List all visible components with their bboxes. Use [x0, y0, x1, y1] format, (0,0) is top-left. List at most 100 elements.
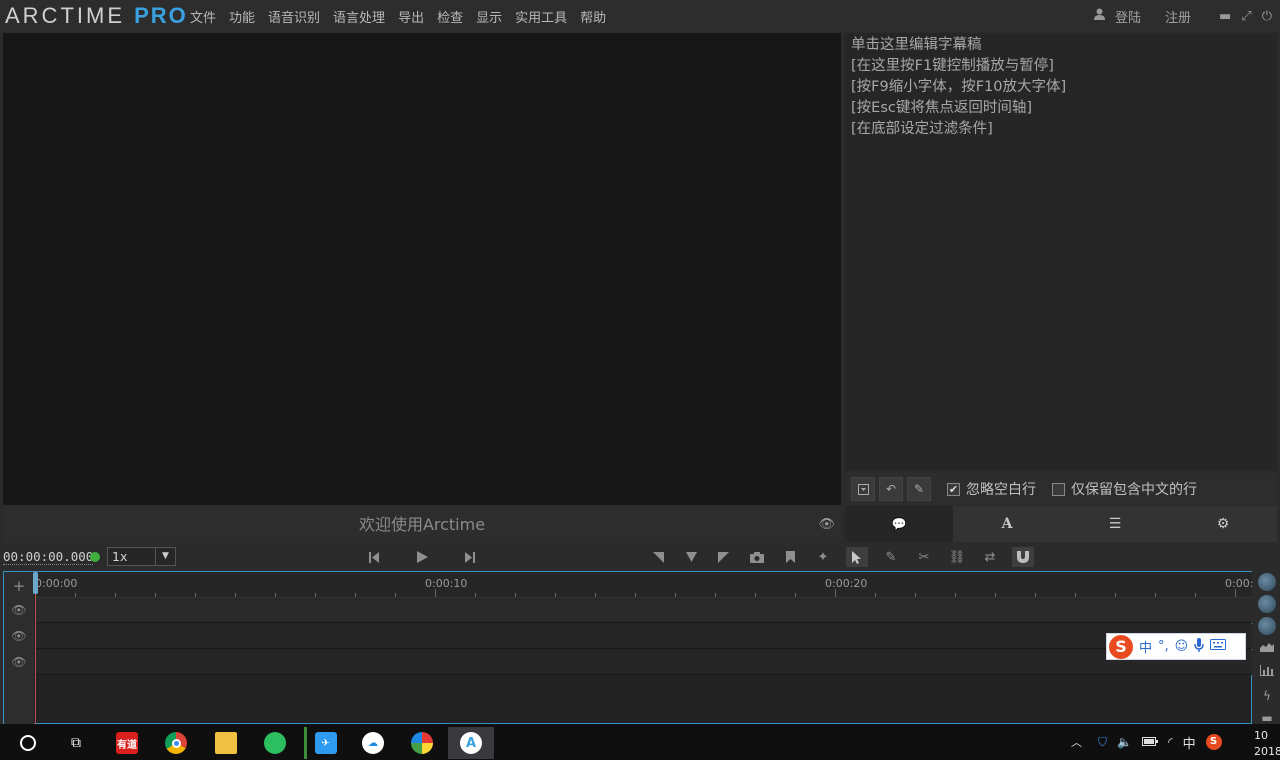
power-icon[interactable]: ⏻: [1262, 9, 1272, 24]
time-ruler[interactable]: 0:00:00 0:00:10 0:00:20 0:00:: [35, 572, 1253, 598]
chevron-down-icon[interactable]: ▼: [155, 548, 175, 565]
taskbar-app-explorer[interactable]: [206, 727, 246, 759]
keep-chinese-checkbox[interactable]: 仅保留包含中文的行: [1052, 479, 1197, 499]
eye-icon[interactable]: 👁: [4, 629, 34, 643]
user-icon: [1093, 8, 1105, 24]
taskbar-clock[interactable]: 10 2018: [1254, 728, 1280, 760]
taskbar-app-palette[interactable]: [402, 727, 442, 759]
collapse-button[interactable]: [851, 477, 875, 501]
play-icon[interactable]: [411, 547, 433, 567]
chevron-up-icon[interactable]: ︿: [1071, 734, 1082, 750]
register-link[interactable]: 注册: [1165, 7, 1191, 26]
taskbar-app-evernote[interactable]: [255, 727, 295, 759]
taskbar-app-chrome[interactable]: [156, 727, 196, 759]
magic-wand-icon[interactable]: ✦: [812, 547, 834, 567]
folder-icon: [215, 732, 237, 754]
scissors-icon[interactable]: ✂: [913, 547, 935, 567]
chrome-icon: [165, 732, 187, 754]
edit-tool-icon[interactable]: ✎: [880, 547, 902, 567]
menu-tools[interactable]: 实用工具: [515, 7, 567, 26]
menu-export[interactable]: 导出: [398, 7, 424, 26]
tab-font[interactable]: A: [953, 506, 1061, 542]
status-dot: [90, 552, 100, 562]
bookmark-icon[interactable]: [779, 547, 801, 567]
camera-icon[interactable]: [746, 547, 768, 567]
track-row[interactable]: [35, 624, 1252, 649]
eye-icon[interactable]: 👁: [4, 655, 34, 669]
video-preview[interactable]: [3, 33, 841, 505]
script-editor[interactable]: 单击这里编辑字幕稿 [在这里按F1键控制播放与暂停] [按F9缩小字体，按F10…: [845, 33, 1277, 471]
select-tool-icon[interactable]: [846, 547, 868, 567]
timecode-display[interactable]: 00:00:00.000: [3, 549, 94, 565]
link-icon[interactable]: ⛓: [946, 547, 968, 567]
taskbar-app-feishu[interactable]: ✈: [304, 727, 344, 759]
menu-icon[interactable]: ▬: [1254, 711, 1280, 725]
eye-icon[interactable]: 👁: [818, 506, 835, 544]
ruler-tick: [1075, 593, 1076, 597]
wifi-icon[interactable]: ◜: [1168, 735, 1173, 749]
cloud-icon: ☁: [362, 732, 384, 754]
taskbar-app-arctime[interactable]: A: [448, 727, 494, 759]
add-track-icon[interactable]: +: [4, 577, 34, 595]
menu-check[interactable]: 检查: [437, 7, 463, 26]
prev-icon[interactable]: [363, 547, 385, 567]
editor-line: [按Esc键将焦点返回时间轴]: [851, 100, 1033, 116]
mark-end-icon[interactable]: [712, 547, 734, 567]
tab-subtitles[interactable]: 💬: [845, 506, 953, 542]
menu-file[interactable]: 文件: [190, 7, 216, 26]
mark-point-icon[interactable]: [680, 547, 702, 567]
magnet-icon[interactable]: [1012, 547, 1034, 567]
tab-settings[interactable]: ⚙: [1169, 506, 1277, 542]
menu-speech-recognition[interactable]: 语音识别: [268, 7, 320, 26]
emoji-icon[interactable]: ☺: [1175, 639, 1189, 654]
maximize-icon[interactable]: ⤢: [1241, 9, 1251, 24]
ignore-blank-checkbox[interactable]: ✔ 忽略空白行: [947, 479, 1036, 499]
microphone-icon[interactable]: [1194, 637, 1204, 656]
track-row[interactable]: [35, 598, 1252, 623]
volume-icon[interactable]: 🔈: [1117, 735, 1132, 749]
minimize-icon[interactable]: ▬: [1219, 9, 1231, 24]
evernote-icon: [264, 732, 286, 754]
menu-language-processing[interactable]: 语言处理: [333, 7, 385, 26]
ime-mode[interactable]: 中: [1139, 637, 1152, 656]
task-view-button[interactable]: ⧉: [56, 727, 96, 759]
youdao-icon: 有道: [116, 732, 138, 754]
sogou-tray-icon[interactable]: S: [1205, 734, 1222, 750]
eye-icon[interactable]: 👁: [4, 603, 34, 617]
ime-toolbar[interactable]: S 中 °, ☺: [1106, 633, 1246, 660]
cortana-button[interactable]: [8, 727, 48, 759]
timeline[interactable]: + 👁 👁 👁 0:00:00 0:00:10 0:00:20 0:00:: [3, 571, 1253, 725]
battery-icon[interactable]: [1141, 735, 1158, 749]
bar-chart-icon[interactable]: [1254, 665, 1280, 679]
taskbar-app-qq[interactable]: ☁: [353, 727, 393, 759]
playhead[interactable]: [35, 572, 36, 725]
shield-icon[interactable]: ⛉: [1098, 735, 1107, 750]
edit-button[interactable]: ✎: [907, 477, 931, 501]
next-icon[interactable]: [459, 547, 481, 567]
taskbar-app-youdao[interactable]: 有道: [107, 727, 147, 759]
playhead-handle[interactable]: [33, 572, 38, 594]
speed-value: 1x: [112, 549, 128, 564]
menu-features[interactable]: 功能: [229, 7, 255, 26]
mark-start-icon[interactable]: [647, 547, 669, 567]
undo-button[interactable]: ↶: [879, 477, 903, 501]
scale-knob[interactable]: [1258, 617, 1276, 635]
speed-select[interactable]: 1x ▼: [107, 547, 176, 566]
input-language[interactable]: 中: [1183, 733, 1196, 752]
menu-view[interactable]: 显示: [476, 7, 502, 26]
zoom-knob[interactable]: [1258, 595, 1276, 613]
menu-help[interactable]: 帮助: [580, 7, 606, 26]
system-tray: ︿ ⛉ 🔈 ◜ 中 S: [1071, 724, 1222, 760]
login-link[interactable]: 登陆: [1115, 7, 1141, 26]
track-row[interactable]: [35, 650, 1252, 675]
editor-line: [按F9缩小字体，按F10放大字体]: [851, 79, 1067, 95]
lightning-icon[interactable]: ϟ: [1254, 689, 1280, 703]
ime-punctuation[interactable]: °,: [1158, 639, 1169, 654]
volume-knob[interactable]: [1258, 573, 1276, 591]
ruler-tick: [315, 593, 316, 597]
tab-list[interactable]: ☰: [1061, 506, 1169, 542]
waveform-icon[interactable]: [1254, 641, 1280, 655]
keyboard-icon[interactable]: [1210, 639, 1227, 654]
ruler-tick: [355, 593, 356, 597]
swap-icon[interactable]: ⇄: [979, 547, 1001, 567]
